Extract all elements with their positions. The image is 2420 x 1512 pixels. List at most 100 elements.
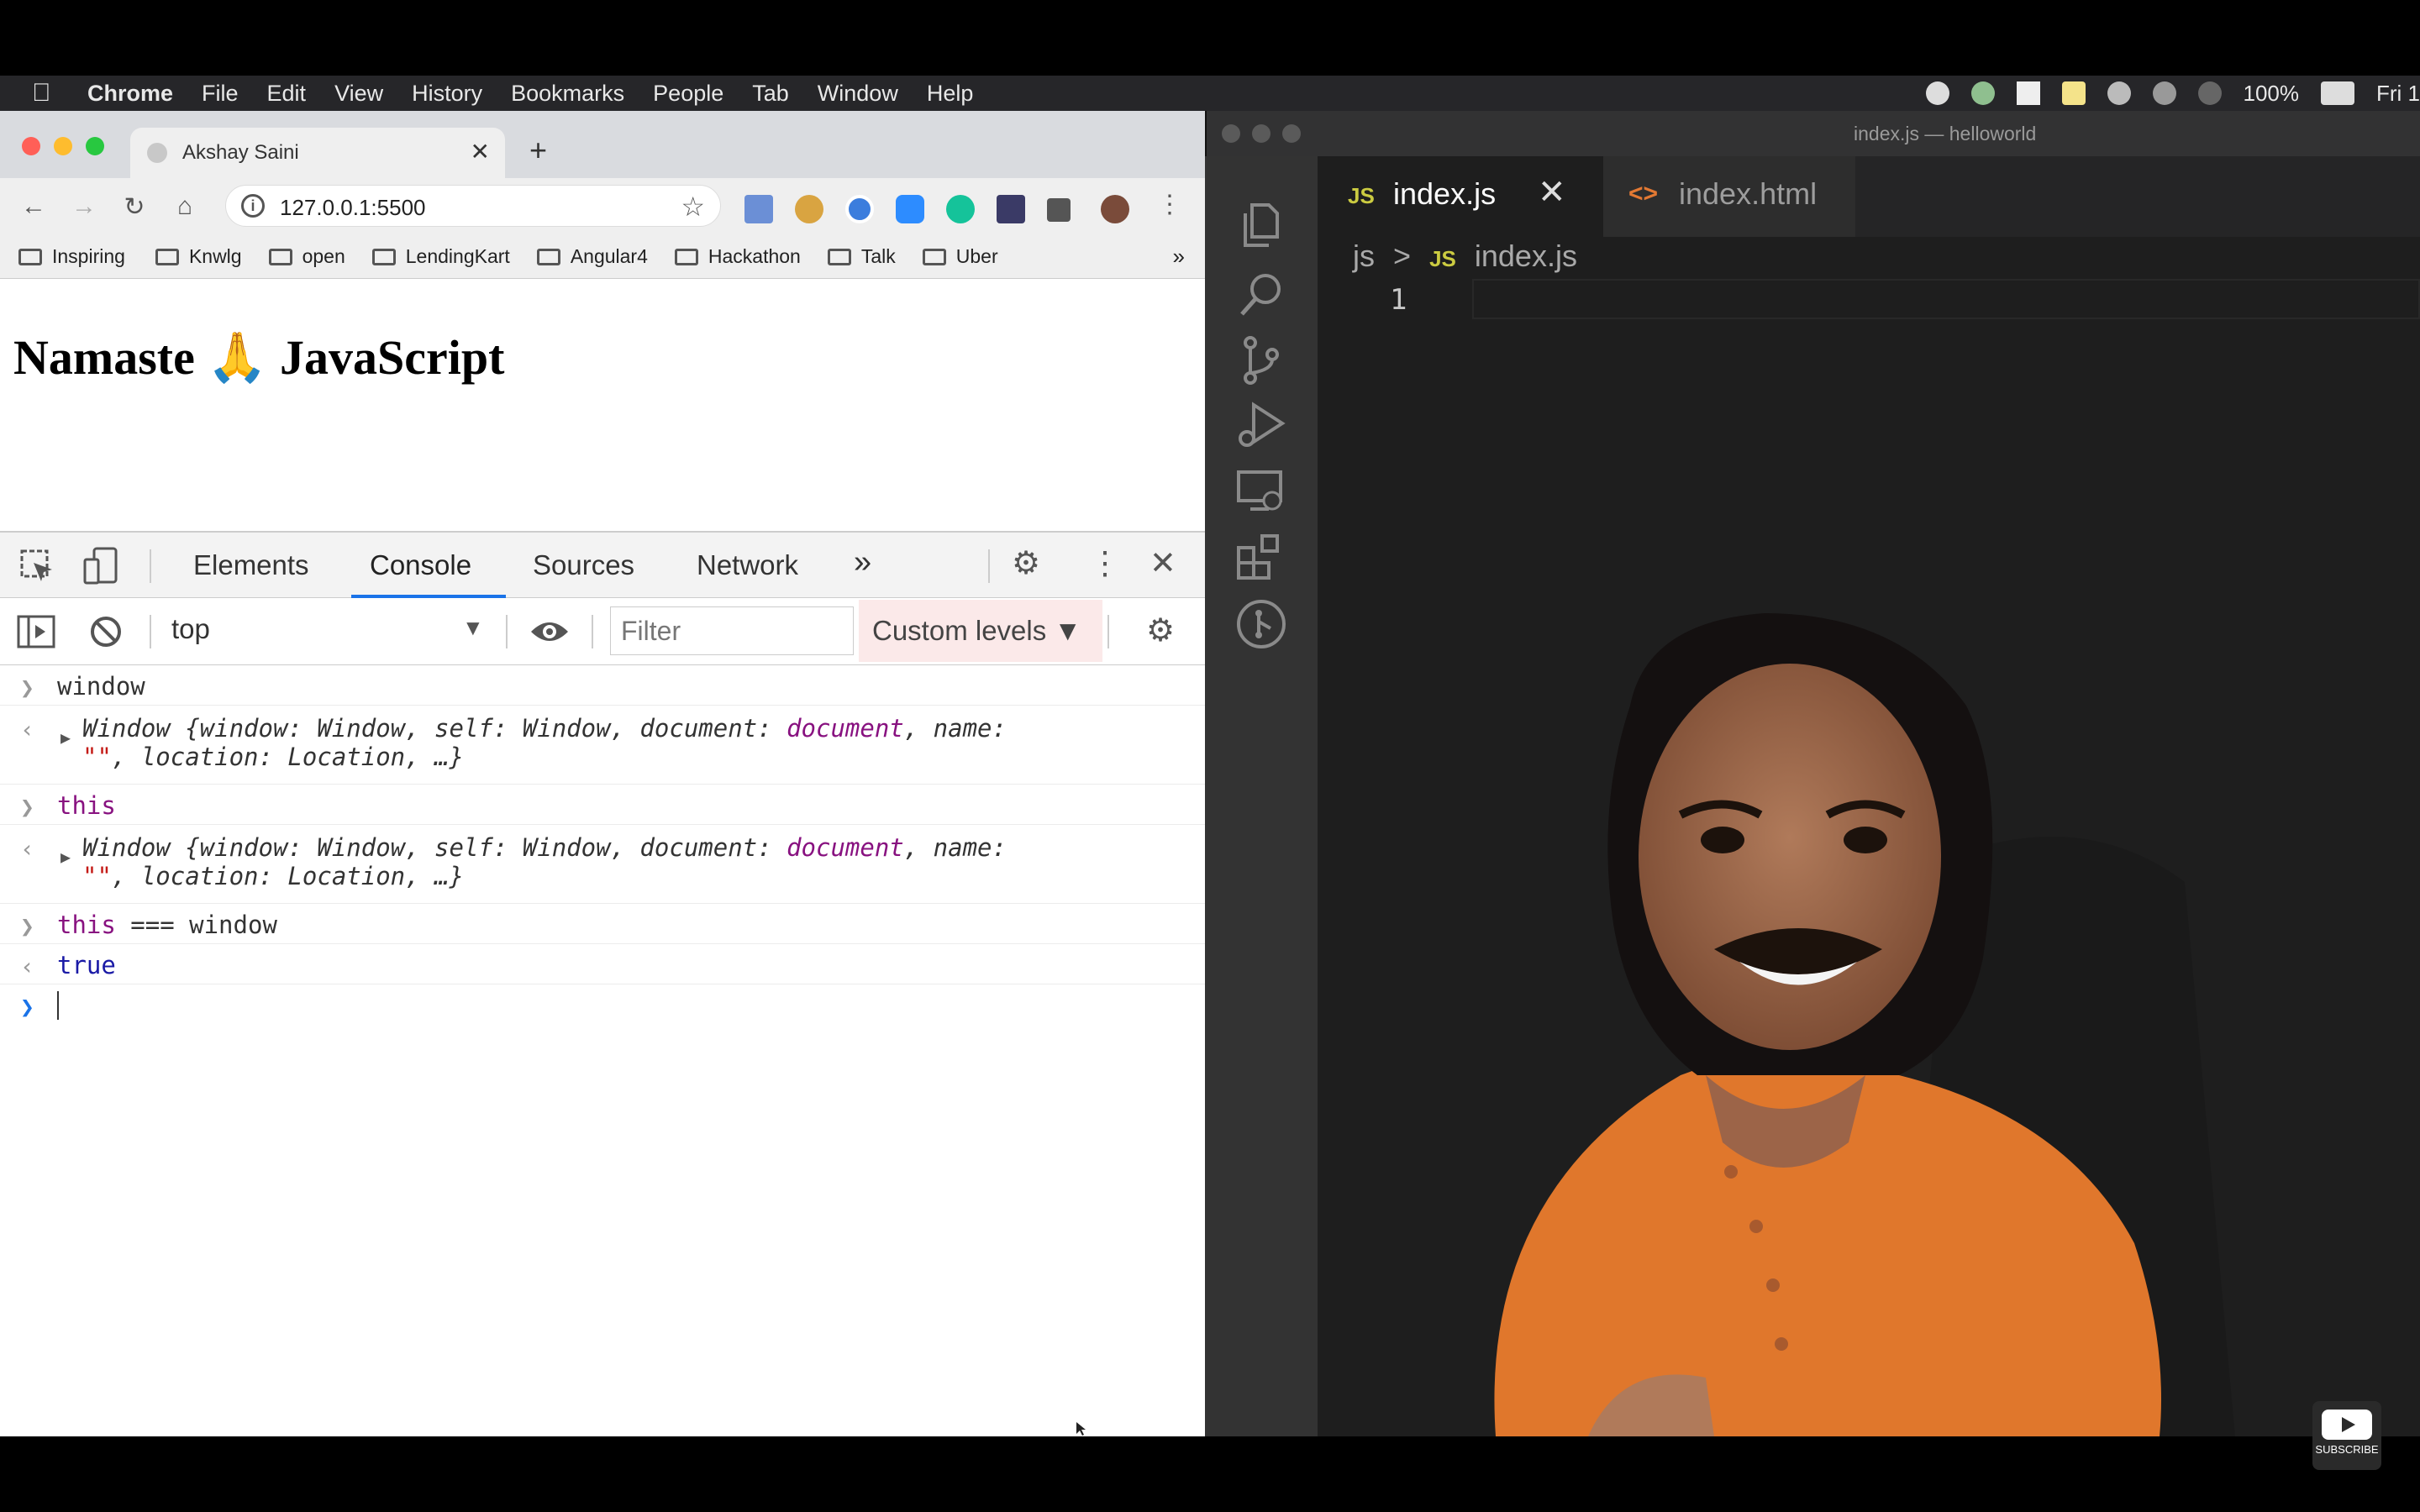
browser-tab[interactable]: Akshay Saini ✕ xyxy=(130,128,505,178)
site-info-icon[interactable]: i xyxy=(241,194,265,218)
menu-tab[interactable]: Tab xyxy=(752,81,789,107)
menu-view[interactable]: View xyxy=(334,81,383,107)
console-prompt-row[interactable]: ❯ xyxy=(0,984,1205,1025)
console-settings-gear-icon[interactable]: ⚙ xyxy=(1146,612,1175,649)
expand-triangle-icon[interactable]: ▶ xyxy=(60,847,71,867)
profile-avatar[interactable] xyxy=(1101,195,1129,223)
breadcrumb-file[interactable]: index.js xyxy=(1475,239,1577,273)
menu-chrome[interactable]: Chrome xyxy=(87,81,173,107)
explorer-icon[interactable] xyxy=(1234,198,1289,254)
tab-index-js[interactable]: JS index.js ✕ xyxy=(1318,156,1603,237)
context-dropdown-arrow-icon[interactable]: ▼ xyxy=(462,615,484,641)
tab-sources[interactable]: Sources xyxy=(533,549,634,581)
close-devtools-icon[interactable]: ✕ xyxy=(1150,544,1176,582)
log-levels-dropdown[interactable]: Custom levels ▼ xyxy=(859,600,1102,662)
extension-compass-icon[interactable] xyxy=(845,195,874,223)
bluetooth-icon[interactable] xyxy=(2152,81,2176,105)
live-expression-eye-icon[interactable] xyxy=(529,618,570,645)
object-preview[interactable]: Window {window: Window, self: Window, do… xyxy=(82,714,1007,771)
bookmark-folder[interactable]: Hackathon xyxy=(674,245,801,268)
bookmark-folder[interactable]: LendingKart xyxy=(371,245,510,268)
menu-history[interactable]: History xyxy=(412,81,482,107)
menu-window[interactable]: Window xyxy=(818,81,898,107)
bookmark-label: open xyxy=(302,245,345,267)
home-icon[interactable]: ⌂ xyxy=(160,192,210,221)
vlc-icon[interactable] xyxy=(2016,81,2040,105)
battery-icon[interactable] xyxy=(2321,81,2354,105)
breadcrumb-folder[interactable]: js xyxy=(1353,239,1375,273)
tab-network[interactable]: Network xyxy=(697,549,798,581)
zoom-window-button[interactable] xyxy=(86,137,104,155)
vscode-zoom-button[interactable] xyxy=(1282,124,1301,143)
vscode-close-button[interactable] xyxy=(1222,124,1240,143)
console-filter-input[interactable]: Filter xyxy=(610,606,854,655)
bookmark-folder[interactable]: Knwlg xyxy=(155,245,242,268)
git-graph-icon[interactable] xyxy=(1234,596,1289,652)
back-icon[interactable]: ← xyxy=(8,192,59,221)
url-text[interactable]: 127.0.0.1:5500 xyxy=(280,195,426,221)
context-selector[interactable]: top xyxy=(171,613,210,645)
reload-icon[interactable]: ↻ xyxy=(109,192,160,222)
new-tab-button[interactable]: + xyxy=(529,133,547,168)
wifi-icon[interactable] xyxy=(2197,81,2222,105)
kurta-button xyxy=(1775,1337,1788,1351)
dollar-icon[interactable] xyxy=(1970,81,1995,105)
object-preview[interactable]: Window {window: Window, self: Window, do… xyxy=(82,833,1007,890)
record-icon[interactable] xyxy=(1925,81,1949,105)
output-chevron-icon: ‹ xyxy=(20,953,34,980)
extension-cookie-icon[interactable] xyxy=(795,195,823,223)
bookmark-folder[interactable]: Angular4 xyxy=(536,245,648,268)
bookmark-folder[interactable]: Uber xyxy=(922,245,998,268)
close-tab-icon[interactable]: ✕ xyxy=(1538,173,1566,212)
youtube-subscribe-button[interactable]: SUBSCRIBE xyxy=(2312,1401,2381,1470)
inspect-element-icon[interactable] xyxy=(18,548,55,585)
extension-zoom-icon[interactable] xyxy=(896,195,924,223)
notes-icon[interactable] xyxy=(2061,81,2086,105)
extensions-puzzle-icon[interactable] xyxy=(1047,198,1071,222)
bookmarks-overflow-button[interactable]: » xyxy=(1173,244,1185,270)
run-debug-icon[interactable] xyxy=(1234,398,1289,454)
tab-close-icon[interactable]: ✕ xyxy=(471,138,490,165)
bookmark-folder[interactable]: Inspiring xyxy=(18,245,125,268)
menu-help[interactable]: Help xyxy=(927,81,974,107)
vpn-icon[interactable] xyxy=(2107,81,2131,105)
extension-person-icon[interactable] xyxy=(997,195,1025,223)
extensions-icon[interactable] xyxy=(1234,529,1289,585)
remote-explorer-icon[interactable] xyxy=(1234,464,1289,519)
search-icon[interactable] xyxy=(1234,267,1289,323)
tab-index-html[interactable]: <> index.html xyxy=(1603,156,1855,237)
address-bar[interactable]: i 127.0.0.1:5500 ☆ xyxy=(225,185,721,227)
bookmark-label: Knwlg xyxy=(188,245,242,267)
bookmark-folder[interactable]: Talk xyxy=(827,245,896,268)
device-toolbar-icon[interactable] xyxy=(82,546,119,586)
console-log[interactable]: ❯ window ‹ ▶ Window {window: Window, sel… xyxy=(0,665,1205,1436)
bookmark-label: Talk xyxy=(860,245,896,267)
expand-triangle-icon[interactable]: ▶ xyxy=(60,727,71,748)
menu-edit[interactable]: Edit xyxy=(267,81,307,107)
settings-gear-icon[interactable]: ⚙ xyxy=(1012,544,1040,582)
tab-elements[interactable]: Elements xyxy=(193,549,309,581)
forward-icon[interactable]: → xyxy=(59,192,109,221)
tab-console[interactable]: Console xyxy=(370,549,471,581)
vscode-minimize-button[interactable] xyxy=(1252,124,1270,143)
menu-file[interactable]: File xyxy=(202,81,239,107)
clear-console-icon[interactable] xyxy=(89,615,123,648)
clock[interactable]: Fri 1 xyxy=(2376,81,2420,107)
more-tabs-button[interactable]: » xyxy=(854,544,871,580)
source-control-icon[interactable] xyxy=(1234,333,1289,388)
menu-bookmarks[interactable]: Bookmarks xyxy=(511,81,624,107)
bookmark-star-icon[interactable]: ☆ xyxy=(681,191,705,223)
extension-grammarly-icon[interactable] xyxy=(946,195,975,223)
minimize-window-button[interactable] xyxy=(54,137,72,155)
extension-chart-icon[interactable] xyxy=(744,195,773,223)
chrome-menu-icon[interactable]: ⋮ xyxy=(1144,190,1195,219)
current-line-highlight[interactable] xyxy=(1472,279,2420,319)
more-options-icon[interactable]: ⋮ xyxy=(1089,544,1121,582)
sidebar-toggle-icon[interactable] xyxy=(17,615,55,648)
bookmark-folder[interactable]: open xyxy=(268,245,345,268)
menu-people[interactable]: People xyxy=(653,81,723,107)
folder-icon xyxy=(922,248,946,265)
close-window-button[interactable] xyxy=(22,137,40,155)
apple-menu-icon[interactable]:  xyxy=(32,79,57,108)
preview-name: , name: xyxy=(903,714,1007,743)
